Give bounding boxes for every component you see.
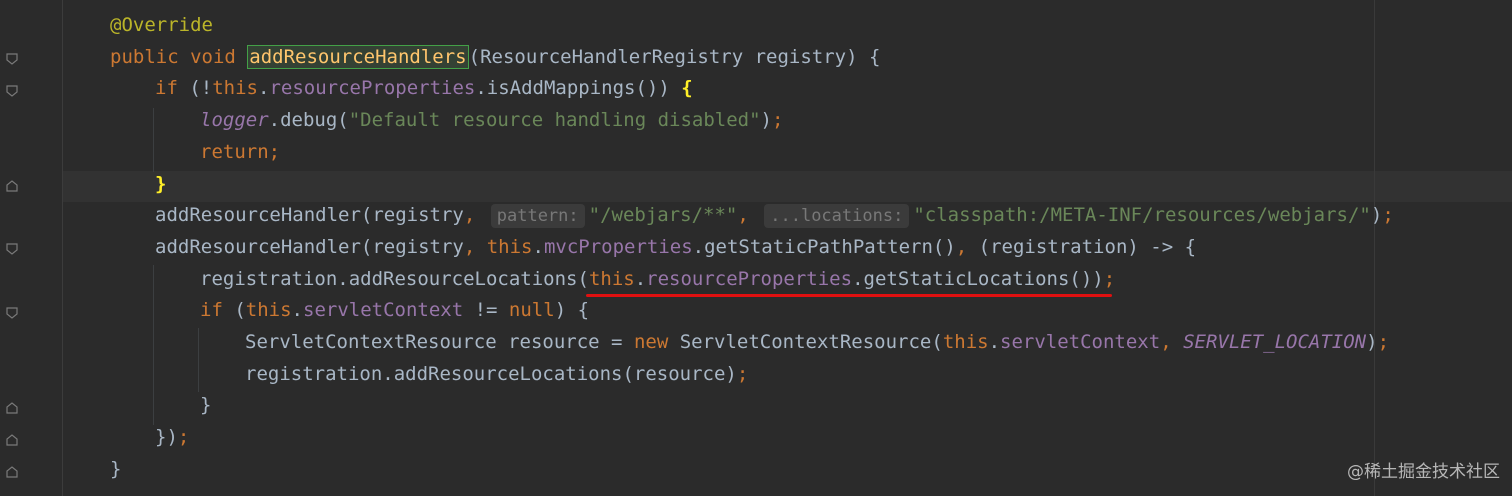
code-token: (ResourceHandlerRegistry registry) { [468, 45, 881, 68]
code-line[interactable]: registration.addResourceLocations(this.r… [200, 264, 1115, 295]
code-token: ) [1366, 331, 1378, 353]
indent-guide [198, 328, 199, 392]
code-token: (registration) -> { [978, 235, 1197, 258]
code-line[interactable]: addResourceHandler(registry, this.mvcPro… [155, 232, 1196, 263]
code-line[interactable]: return; [200, 137, 280, 168]
code-line[interactable]: public void addResourceHandlers (Resource… [110, 42, 880, 73]
code-token: ; [771, 109, 784, 132]
code-token: .getStaticPathPattern() [692, 235, 956, 258]
code-token: servletContext [303, 299, 475, 322]
fold-collapse-icon[interactable] [6, 243, 18, 255]
code-line[interactable]: } [155, 169, 166, 200]
code-token: ) [1370, 204, 1383, 227]
code-token: , [1160, 331, 1184, 353]
code-token: "Default resource handling disabled" [348, 109, 761, 132]
code-token: public void [110, 45, 248, 68]
code-token: if [200, 299, 235, 322]
code-token: ; [1377, 331, 1390, 353]
code-token: ServletContextResource( [679, 331, 943, 353]
indent-guide [153, 108, 154, 172]
code-token: ; [1382, 204, 1394, 227]
code-line[interactable]: if (this.servletContext != null) { [200, 295, 589, 326]
code-token: . [291, 299, 303, 322]
code-token: (! [189, 77, 213, 100]
code-token: if [155, 77, 190, 100]
code-token: ( [234, 299, 246, 322]
code-token: . [257, 77, 270, 100]
code-line[interactable]: addResourceHandler(registry, pattern: "/w… [155, 200, 1394, 231]
code-token: != [474, 299, 509, 322]
code-token: new [633, 331, 680, 353]
code-token: }) [155, 426, 178, 449]
code-token: } [110, 457, 122, 480]
code-token: mvcProperties [543, 235, 693, 258]
code-token: . [988, 331, 1001, 353]
code-token: @Override [110, 14, 213, 36]
code-token: return; [200, 140, 281, 163]
code-token: ) [760, 109, 772, 132]
code-token: registration.addResourceLocations(resour… [245, 362, 737, 385]
indent-guide [153, 265, 154, 425]
code-line[interactable]: } [200, 390, 211, 421]
code-token: { [681, 77, 693, 100]
code-token: addResourceHandler(registry [155, 204, 464, 227]
code-token: resourceProperties [269, 77, 476, 100]
code-token: null [508, 299, 555, 322]
fold-end-icon[interactable] [6, 402, 18, 414]
code-token: , [737, 204, 761, 227]
code-token: registration.addResourceLocations( [200, 267, 589, 290]
parameter-hint: pattern: [490, 204, 585, 229]
code-token: . [634, 267, 647, 290]
code-line[interactable]: } [110, 454, 121, 485]
code-token: servletContext [1000, 331, 1161, 353]
code-token: addResourceHandler(registry [155, 235, 464, 258]
code-token: this [942, 331, 989, 353]
code-token: , this [463, 235, 533, 258]
code-token: ; [1103, 267, 1116, 290]
fold-collapse-icon[interactable] [6, 307, 18, 319]
code-token: this [588, 267, 635, 290]
fold-end-icon[interactable] [6, 466, 18, 478]
code-line[interactable]: ServletContextResource resource = new Se… [245, 327, 1389, 358]
code-token: SERVLET_LOCATION [1183, 331, 1367, 353]
code-token: this [245, 299, 292, 322]
code-line[interactable]: if (!this.resourceProperties.isAddMappin… [155, 73, 693, 104]
code-token: ServletContextResource resource = [245, 331, 634, 353]
code-token: this [212, 77, 258, 100]
code-token: ) { [554, 299, 590, 322]
code-token: , [955, 235, 979, 258]
fold-collapse-icon[interactable] [6, 53, 18, 65]
fold-collapse-icon[interactable] [6, 85, 18, 97]
fold-end-icon[interactable] [6, 434, 18, 446]
watermark: @稀土掘金技术社区 [1347, 462, 1500, 482]
code-token: } [155, 172, 167, 195]
code-token: .isAddMappings()) [475, 77, 682, 100]
code-token: "/webjars/**" [588, 204, 738, 227]
code-token: resourceProperties [646, 267, 853, 290]
code-line[interactable]: @Override [110, 10, 213, 41]
current-line-highlight [63, 171, 1512, 202]
code-token: "classpath:/META-INF/resources/webjars/" [913, 204, 1371, 227]
fold-end-icon[interactable] [6, 180, 18, 192]
code-line[interactable]: logger.debug("Default resource handling … [200, 105, 783, 136]
code-token: .getStaticLocations()) [852, 267, 1104, 290]
code-line[interactable]: registration.addResourceLocations(resour… [245, 359, 748, 390]
code-token: addResourceHandlers [247, 44, 469, 69]
code-token: , [463, 204, 487, 227]
code-token: ; [177, 426, 190, 449]
code-token: .debug( [268, 109, 349, 132]
right-margin-guide [1374, 0, 1375, 496]
code-token: . [532, 235, 544, 258]
code-token: logger [200, 109, 269, 132]
code-token: } [200, 394, 212, 417]
red-annotation-underline [586, 294, 1112, 297]
code-token: ; [736, 362, 749, 385]
code-line[interactable]: }); [155, 422, 189, 453]
parameter-hint: ...locations: [764, 204, 910, 229]
